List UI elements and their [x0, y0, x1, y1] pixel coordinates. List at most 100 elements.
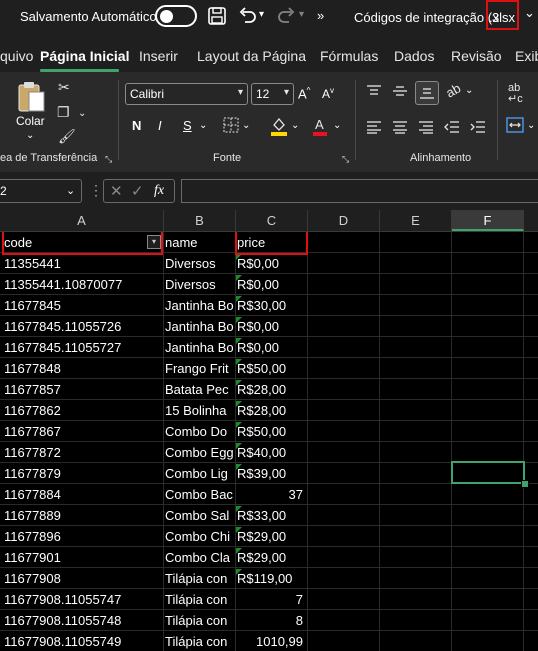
cell-name[interactable]: Tilápia con — [165, 631, 235, 651]
font-launcher-icon[interactable]: ⤡ — [342, 154, 349, 165]
cell-price[interactable]: R$28,00 — [237, 400, 305, 421]
redo-dropdown-icon[interactable]: ▾ — [299, 9, 304, 20]
align-left-icon[interactable] — [366, 120, 382, 139]
cell-code[interactable]: 11355441 — [4, 253, 162, 274]
undo-dropdown-icon[interactable]: ▾ — [259, 9, 264, 20]
cell-price[interactable]: 7 — [237, 589, 305, 610]
cell-price[interactable]: R$50,00 — [237, 358, 305, 379]
cell-price[interactable]: R$29,00 — [237, 547, 305, 568]
font-color-icon[interactable]: A — [312, 116, 328, 141]
borders-dropdown-icon[interactable]: ⌄ — [242, 120, 250, 131]
cell-name[interactable]: Combo Cla — [165, 547, 235, 568]
cell-code[interactable]: 11677908.11055747 — [4, 589, 162, 610]
cell-name[interactable]: Combo Sal — [165, 505, 235, 526]
selected-cell-f12[interactable] — [451, 461, 525, 484]
cell-price[interactable]: R$0,00 — [237, 316, 305, 337]
undo-icon[interactable] — [237, 5, 257, 30]
cell-code[interactable]: 11677879 — [4, 463, 162, 484]
cell-name[interactable]: Batata Pec — [165, 379, 235, 400]
cell-price[interactable]: R$39,00 — [237, 463, 305, 484]
more-options-icon[interactable]: ⋮ — [89, 182, 103, 199]
title-dropdown-icon[interactable]: ⌄ — [524, 5, 535, 21]
cell-price[interactable]: 1010,99 — [237, 631, 305, 651]
cell-name[interactable]: Jantinha Bo — [165, 295, 235, 316]
cell-name[interactable]: Jantinha Bo — [165, 316, 235, 337]
cell-name[interactable]: Combo Egg — [165, 442, 235, 463]
cell-code[interactable]: 11677908.11055748 — [4, 610, 162, 631]
tab-revisao[interactable]: Revisão — [451, 48, 502, 64]
cell-name[interactable]: Frango Frit — [165, 358, 235, 379]
cell-code[interactable]: 11355441.10870077 — [4, 274, 162, 295]
column-header-c[interactable]: C — [236, 210, 308, 231]
tab-exibir[interactable]: Exib — [515, 48, 538, 64]
font-color-dropdown-icon[interactable]: ⌄ — [333, 120, 341, 131]
redo-icon[interactable] — [277, 5, 297, 30]
decrease-font-icon[interactable]: Av — [322, 86, 334, 101]
tab-inserir[interactable]: Inserir — [139, 48, 178, 64]
tab-arquivo[interactable]: quivo — [0, 48, 33, 64]
tab-formulas[interactable]: Fórmulas — [320, 48, 378, 64]
underline-dropdown-icon[interactable]: ⌄ — [199, 120, 207, 131]
autosave-toggle[interactable] — [155, 5, 197, 27]
cell-name[interactable]: Combo Lig — [165, 463, 235, 484]
cell-code[interactable]: 11677867 — [4, 421, 162, 442]
cell-price[interactable]: R$50,00 — [237, 421, 305, 442]
borders-icon[interactable] — [223, 117, 239, 138]
cell-code[interactable]: 11677845 — [4, 295, 162, 316]
wrap-text-icon[interactable]: ab ↵c — [508, 83, 523, 105]
italic-button[interactable]: I — [158, 118, 162, 133]
cell-name[interactable]: Tilápia con — [165, 568, 235, 589]
column-header-e[interactable]: E — [380, 210, 452, 231]
copy-dropdown-icon[interactable]: ⌄ — [78, 107, 86, 121]
cell-price[interactable]: R$40,00 — [237, 442, 305, 463]
cell-name[interactable]: Tilápia con — [165, 589, 235, 610]
cell-price[interactable]: R$33,00 — [237, 505, 305, 526]
fill-color-dropdown-icon[interactable]: ⌄ — [291, 120, 299, 131]
cell-price[interactable]: 37 — [237, 484, 305, 505]
cell-name[interactable]: 15 Bolinha — [165, 400, 235, 421]
align-center-icon[interactable] — [392, 120, 408, 139]
cut-icon[interactable]: ✂ — [58, 80, 70, 94]
cell-name[interactable]: Diversos — [165, 253, 235, 274]
spreadsheet-grid[interactable]: code ▾ name price 11355441 Diversos R$0,00 1135… — [0, 232, 538, 651]
cell-price[interactable]: R$0,00 — [237, 253, 305, 274]
cell-code[interactable]: 11677908.11055749 — [4, 631, 162, 651]
confirm-icon[interactable]: ✓ — [131, 182, 144, 200]
cell-code[interactable]: 11677889 — [4, 505, 162, 526]
column-header-f[interactable]: F — [452, 210, 524, 231]
increase-font-icon[interactable]: A^ — [298, 86, 310, 101]
align-middle-icon[interactable] — [392, 84, 408, 103]
cell-price[interactable]: R$119,00 — [237, 568, 305, 589]
cell-code[interactable]: 11677848 — [4, 358, 162, 379]
merge-dropdown-icon[interactable]: ⌄ — [527, 120, 535, 131]
cell-price[interactable]: R$0,00 — [237, 274, 305, 295]
cell-name[interactable]: Diversos — [165, 274, 235, 295]
cell-name[interactable]: Combo Bac — [165, 484, 235, 505]
copy-icon[interactable]: ❐ — [57, 105, 70, 119]
tab-dados[interactable]: Dados — [394, 48, 434, 64]
insert-function-button[interactable]: fx — [154, 183, 164, 199]
align-right-icon[interactable] — [418, 120, 434, 139]
font-size-dropdown[interactable]: 12 ▾ — [251, 83, 294, 105]
fill-color-icon[interactable] — [270, 116, 288, 141]
column-header-d[interactable]: D — [308, 210, 380, 231]
clipboard-launcher-icon[interactable]: ⤡ — [105, 154, 112, 165]
cell-name[interactable]: Jantinha Bo — [165, 337, 235, 358]
tab-pagina-inicial[interactable]: Página Inicial — [40, 48, 129, 64]
cell-price[interactable]: R$30,00 — [237, 295, 305, 316]
tab-layout-da-pagina[interactable]: Layout da Página — [197, 48, 306, 64]
cell-code[interactable]: 11677857 — [4, 379, 162, 400]
cell-code[interactable]: 11677884 — [4, 484, 162, 505]
merge-center-icon[interactable] — [506, 117, 524, 138]
header-cell-name[interactable]: name — [165, 232, 235, 253]
cell-name[interactable]: Tilápia con — [165, 610, 235, 631]
cell-code[interactable]: 11677872 — [4, 442, 162, 463]
orientation-dropdown-icon[interactable]: ⌄ — [465, 85, 473, 96]
formula-input[interactable] — [181, 179, 538, 203]
save-icon[interactable] — [207, 6, 227, 31]
cell-code[interactable]: 11677845.11055727 — [4, 337, 162, 358]
underline-button[interactable]: S — [183, 118, 192, 133]
cell-name[interactable]: Combo Chi — [165, 526, 235, 547]
cell-price[interactable]: R$28,00 — [237, 379, 305, 400]
cell-code[interactable]: 11677896 — [4, 526, 162, 547]
